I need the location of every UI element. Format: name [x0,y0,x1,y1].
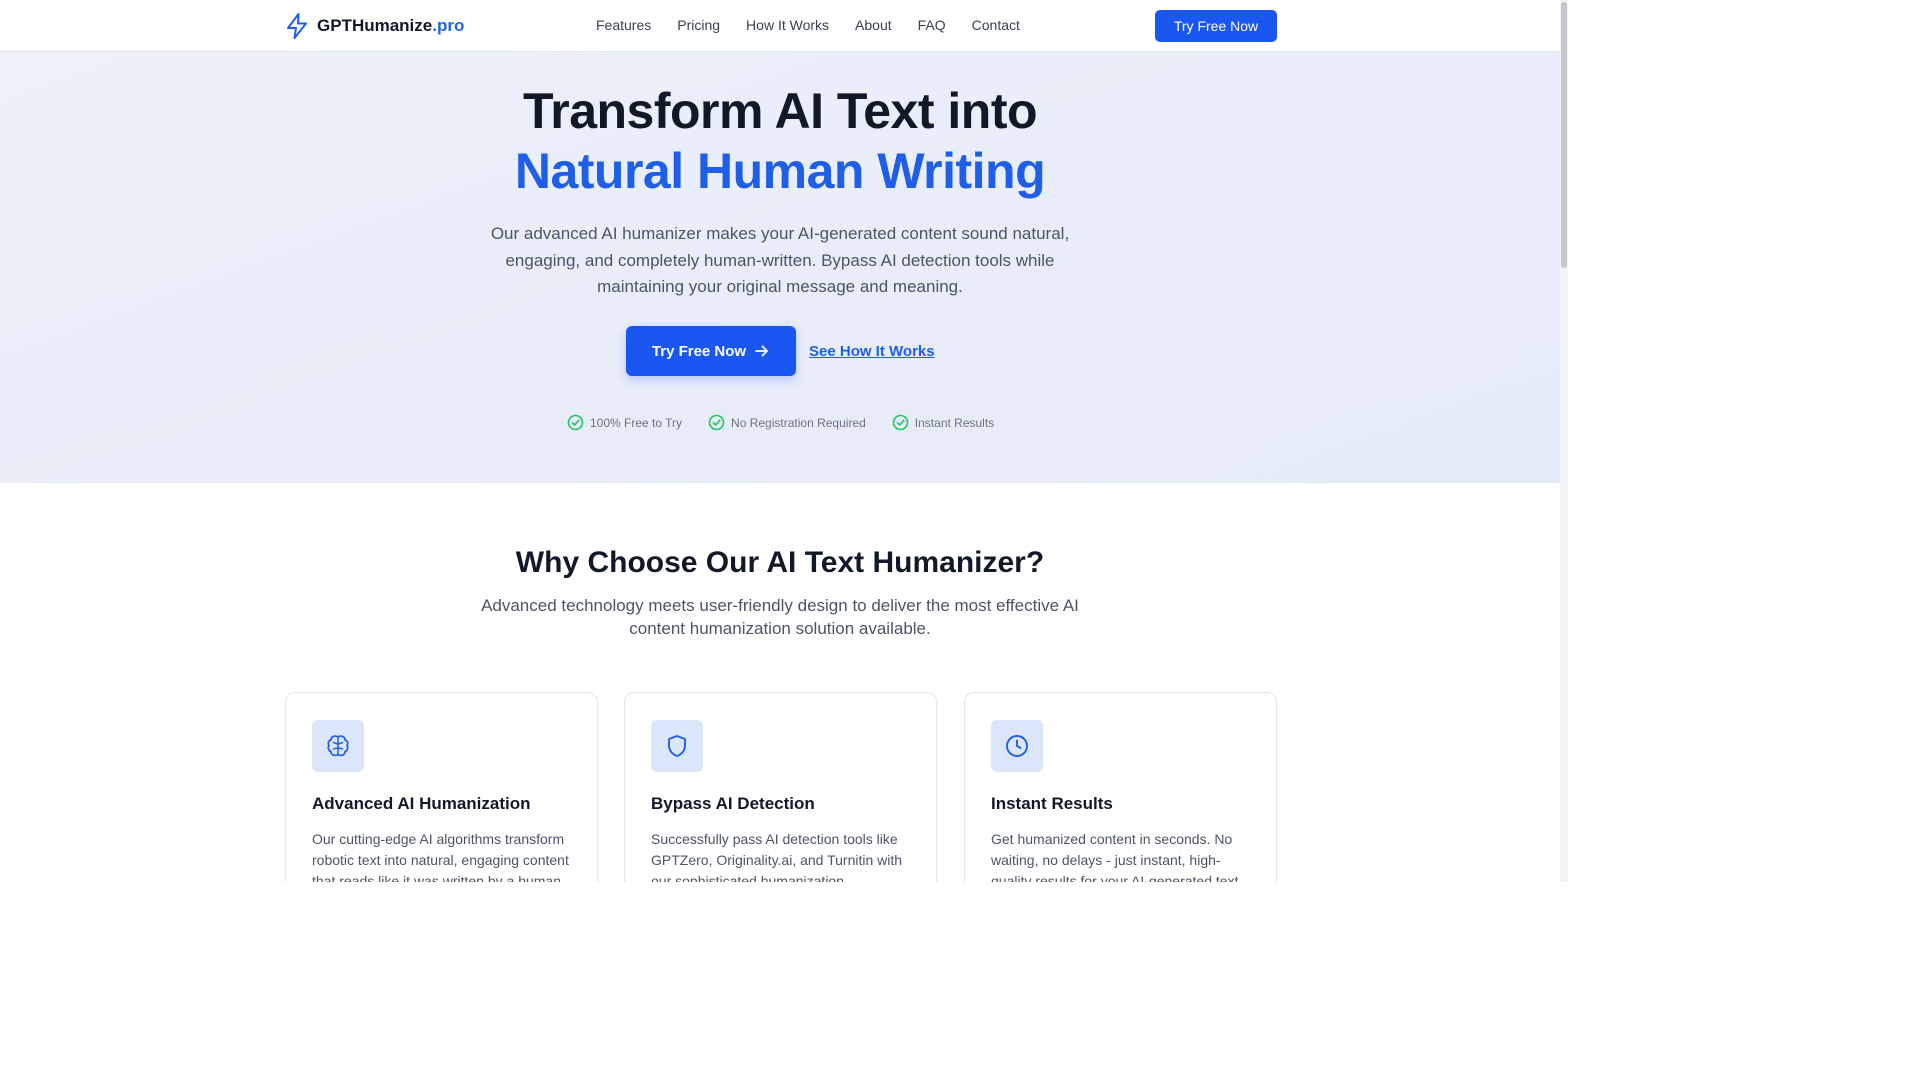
badge-label: No Registration Required [731,415,866,430]
card-icon-container [651,720,703,772]
badge-label: Instant Results [914,415,995,430]
card-icon-container [312,720,364,772]
logo-main-text: GPTHumanize [317,16,433,35]
nav-how-it-works[interactable]: How It Works [746,17,829,33]
feature-card-bypass-detection: Bypass AI Detection Successfully pass AI… [624,692,937,882]
check-circle-icon [567,414,584,431]
features-title: Why Choose Our AI Text Humanizer? [515,546,1045,579]
hero-try-free-label: Try Free Now [651,342,747,360]
hero-description: Our advanced AI humanizer makes your AI-… [490,224,1070,296]
see-how-it-works-link[interactable]: See How It Works [809,343,935,360]
hero-badges: 100% Free to Try No Registration Require… [567,414,994,431]
page-scrollbar[interactable] [1560,0,1568,882]
badge-no-registration: No Registration Required [708,414,866,431]
card-text: Get humanized content in seconds. No wai… [991,831,1243,882]
nav-about[interactable]: About [855,17,892,33]
logo-text: GPTHumanize.pro [317,16,464,36]
main-nav: Features Pricing How It Works About FAQ … [584,17,1020,33]
logo-link[interactable]: GPTHumanize.pro [285,13,464,39]
logo-accent-text: .pro [432,16,465,35]
header-try-free-button[interactable]: Try Free Now [1155,10,1277,42]
hero-title-line2: Natural Human Writing [514,143,1046,199]
card-title: Advanced AI Humanization [312,794,531,813]
clock-icon [1006,735,1028,757]
badge-free: 100% Free to Try [567,414,682,431]
hero-try-free-button[interactable]: Try Free Now [626,326,796,376]
brain-icon [327,735,349,757]
feature-card-humanization: Advanced AI Humanization Our cutting-edg… [285,692,598,882]
nav-faq[interactable]: FAQ [918,17,946,33]
nav-contact[interactable]: Contact [972,17,1020,33]
card-title: Bypass AI Detection [651,794,815,813]
badge-label: 100% Free to Try [590,415,683,430]
page: GPTHumanize.pro Features Pricing How It … [0,0,1568,882]
check-circle-icon [708,414,725,431]
hero-cta-group: Try Free Now See How It Works [626,326,935,376]
card-title: Instant Results [991,794,1113,813]
shield-icon [668,735,686,757]
lightning-bolt-icon [287,13,307,39]
check-circle-icon [892,414,909,431]
card-text: Our cutting-edge AI algorithms transform… [312,831,569,882]
badge-instant: Instant Results [892,414,994,431]
card-text: Successfully pass AI detection tools lik… [651,831,903,882]
hero-section: Transform AI Text into Natural Human Wri… [0,52,1560,483]
hero-title-line1: Transform AI Text into [522,83,1038,139]
scrollbar-thumb[interactable] [1561,2,1567,268]
features-subtitle: Advanced technology meets user-friendly … [481,596,1079,638]
card-icon-container [991,720,1043,772]
site-header: GPTHumanize.pro Features Pricing How It … [0,0,1560,52]
nav-features[interactable]: Features [596,17,651,33]
arrow-right-icon [755,345,768,357]
nav-pricing[interactable]: Pricing [677,17,720,33]
feature-card-instant-results: Instant Results Get humanized content in… [964,692,1277,882]
